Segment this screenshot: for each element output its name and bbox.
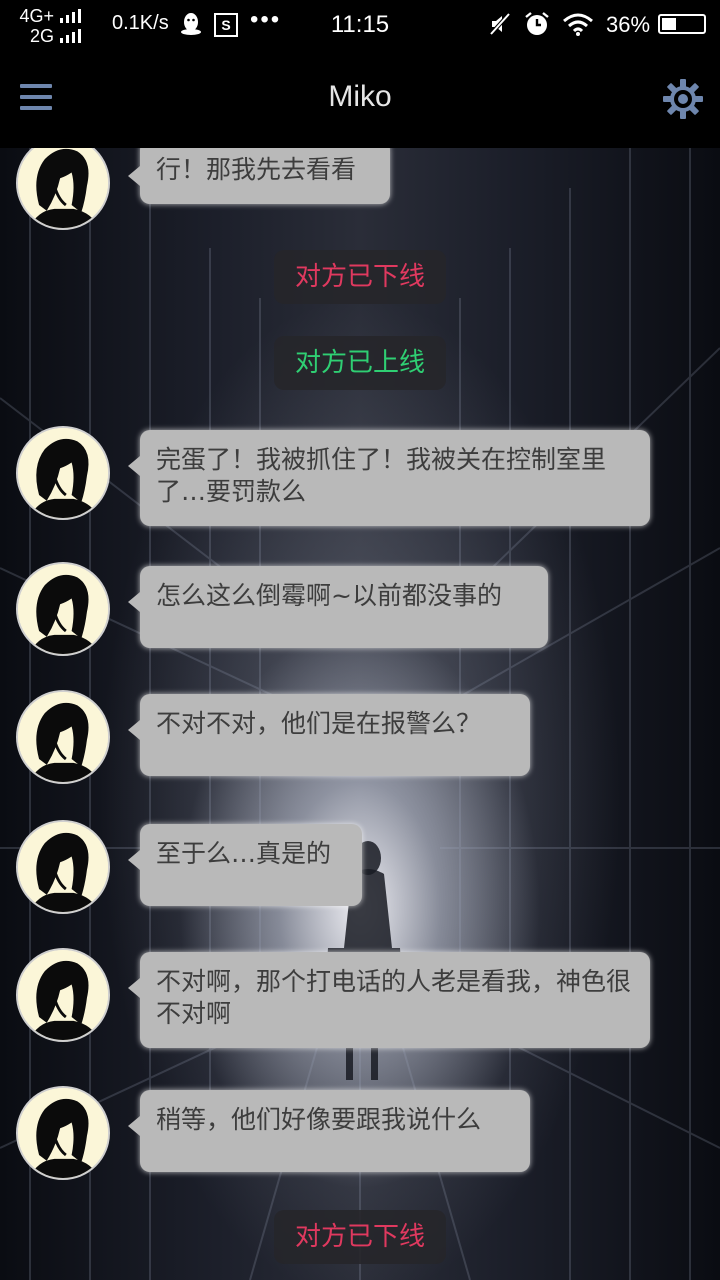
battery-icon <box>658 14 706 34</box>
message-bubble[interactable]: 怎么这么倒霉啊~以前都没事的 <box>128 566 548 648</box>
network-type-2g: 2G <box>29 26 54 46</box>
message-bubble[interactable]: 至于么…真是的 <box>128 824 362 906</box>
network-type-4g: 4G+ <box>19 6 54 26</box>
battery-level-fill <box>662 18 676 30</box>
title-bar: Miko <box>0 48 720 148</box>
wifi-icon <box>563 13 593 36</box>
avatar[interactable] <box>16 690 110 784</box>
message-bubble[interactable]: 不对不对，他们是在报警么？ <box>128 694 530 776</box>
avatar[interactable] <box>16 562 110 656</box>
mute-icon <box>489 12 511 36</box>
more-notifications-icon: ••• <box>250 6 282 33</box>
signal-strength-icon <box>60 29 81 43</box>
status-online-notice: 对方已上线 <box>274 336 446 390</box>
network-indicator: 4G+ 2G <box>10 6 102 46</box>
signal-strength-icon <box>60 9 81 23</box>
avatar[interactable] <box>16 426 110 520</box>
status-offline-notice: 对方已下线 <box>274 250 446 304</box>
alarm-clock-icon <box>525 12 549 35</box>
status-offline-notice: 对方已下线 <box>274 1210 446 1264</box>
status-time: 11:15 <box>330 11 390 38</box>
qq-penguin-icon <box>181 13 201 35</box>
s-app-icon: S <box>214 13 238 37</box>
message-bubble[interactable]: 稍等，他们好像要跟我说什么 <box>128 1090 530 1172</box>
chat-title: Miko <box>328 80 392 113</box>
status-bar: 4G+ 2G 0.1K/s S ••• 11:15 36% <box>0 0 720 48</box>
avatar[interactable] <box>16 948 110 1042</box>
message-bubble[interactable]: 行！那我先去看看 <box>128 148 390 204</box>
network-speed: 0.1K/s <box>112 12 169 34</box>
gear-icon[interactable] <box>662 78 704 120</box>
chat-message-list[interactable]: 行！那我先去看看 对方已下线 对方已上线 完蛋了！我被抓住了！我被关在控制室里了…要… <box>0 148 720 1280</box>
message-bubble[interactable]: 不对啊，那个打电话的人老是看我，神色很不对啊 <box>128 952 650 1048</box>
avatar[interactable] <box>16 820 110 914</box>
message-bubble[interactable]: 完蛋了！我被抓住了！我被关在控制室里了…要罚款么 <box>128 430 650 526</box>
avatar[interactable] <box>16 1086 110 1180</box>
battery-percent: 36% <box>606 12 651 37</box>
